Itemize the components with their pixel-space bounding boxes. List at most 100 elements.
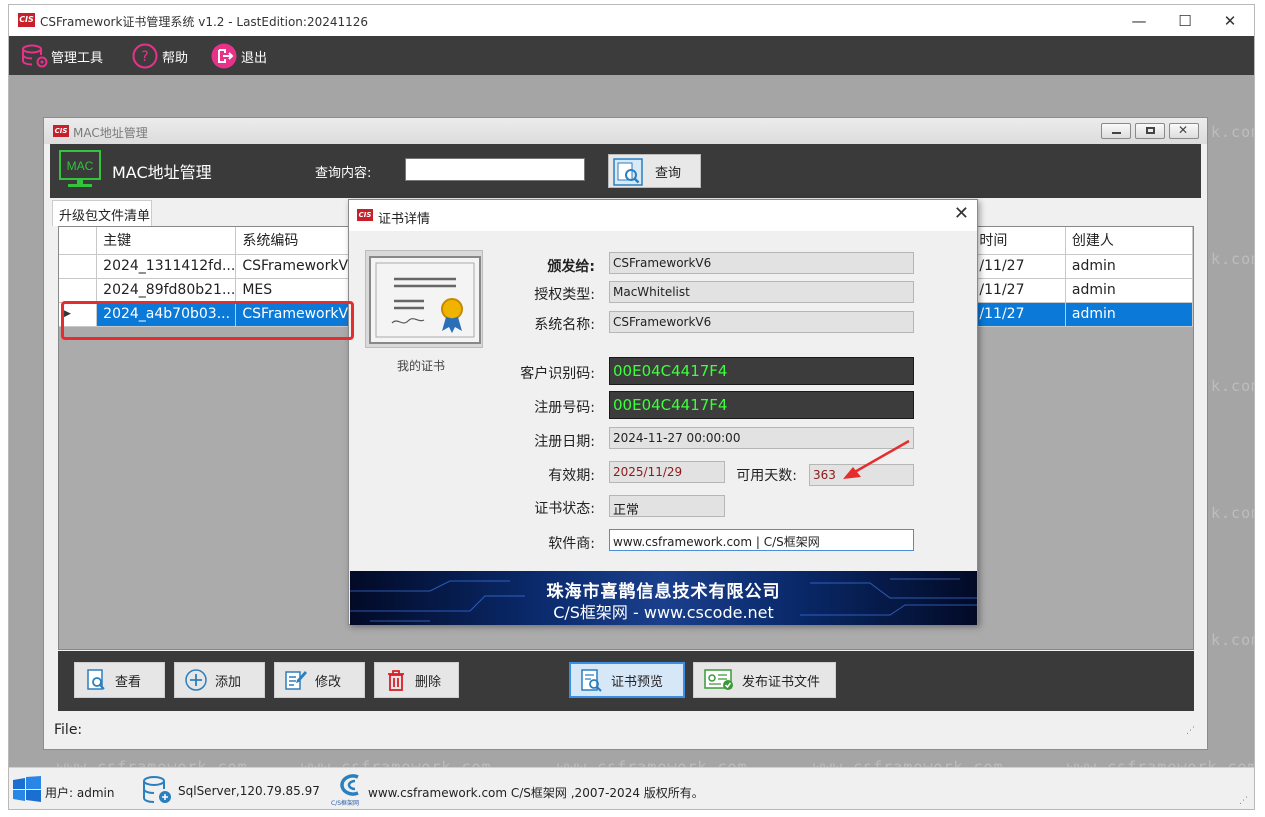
- publish-certificate-button[interactable]: 发布证书文件: [693, 662, 836, 698]
- certificate-preview-button[interactable]: 证书预览: [569, 662, 685, 698]
- banner-website: C/S框架网 - www.cscode.net: [553, 603, 774, 622]
- column-header-creator[interactable]: 创建人: [1065, 227, 1194, 255]
- cell-code: CSFrameworkV6: [235, 254, 358, 279]
- system-name-field[interactable]: CSFrameworkV6: [609, 311, 914, 333]
- column-header-key[interactable]: 主键: [96, 227, 237, 255]
- vendor-label: 软件商:: [548, 536, 595, 552]
- trash-icon: [385, 669, 407, 691]
- file-label: File:: [54, 722, 83, 738]
- cell-code: MES: [235, 278, 358, 303]
- selected-row-highlight: [61, 301, 354, 340]
- days-left-label: 可用天数:: [736, 468, 797, 484]
- publish-certificate-label: 发布证书文件: [742, 674, 821, 690]
- minimize-button[interactable]: —: [1119, 8, 1159, 34]
- system-name-label: 系统名称:: [534, 317, 595, 333]
- watermark: k.com: [1211, 377, 1254, 395]
- tools-menu-label: 管理工具: [51, 50, 104, 66]
- column-header-time[interactable]: 时间: [972, 227, 1066, 255]
- registration-number-label: 注册号码:: [534, 400, 595, 416]
- license-type-label: 授权类型:: [534, 287, 595, 303]
- add-label: 添加: [215, 674, 242, 690]
- certificate-preview-label: 证书预览: [611, 674, 664, 690]
- mdi-window-title: MAC地址管理: [73, 126, 148, 140]
- resize-grip-icon[interactable]: ⋰: [1186, 726, 1195, 736]
- database-status: SqlServer,120.79.85.97: [178, 784, 320, 798]
- client-id-field[interactable]: 00E04C4417F4: [609, 357, 914, 385]
- cell-creator: admin: [1065, 278, 1194, 303]
- delete-button[interactable]: 删除: [374, 662, 459, 698]
- vendor-field[interactable]: www.csframework.com | C/S框架网: [609, 529, 914, 551]
- view-label: 查看: [115, 674, 142, 690]
- certificate-status-label: 证书状态:: [534, 501, 595, 517]
- row-header-cell[interactable]: [59, 278, 98, 303]
- cell-time: /11/27: [972, 278, 1066, 303]
- certificate-status-field[interactable]: 正常: [609, 495, 725, 517]
- add-button[interactable]: 添加: [174, 662, 265, 698]
- dialog-close-button[interactable]: ✕: [954, 203, 969, 224]
- app-logo-icon: CIS: [357, 209, 373, 221]
- mdi-title-bar: CIS MAC地址管理 ✕: [44, 118, 1207, 144]
- windows-user-icon: [11, 776, 43, 806]
- copyright-status: www.csframework.com C/S框架网 ,2007-2024 版权…: [368, 786, 704, 800]
- tools-menu-button[interactable]: 管理工具: [21, 43, 103, 69]
- svg-text:MAC: MAC: [67, 159, 94, 173]
- search-document-icon: [613, 158, 643, 190]
- watermark: k.com: [1211, 250, 1254, 268]
- mdi-minimize-button[interactable]: [1101, 123, 1131, 139]
- client-id-label: 客户识别码:: [520, 366, 595, 382]
- query-button-label: 查询: [655, 165, 682, 181]
- file-status-bar: File: ⋰: [50, 718, 1201, 744]
- app-logo-icon: CIS: [53, 125, 69, 137]
- registration-number-field[interactable]: 00E04C4417F4: [609, 391, 914, 419]
- mac-monitor-icon: MAC: [59, 150, 101, 188]
- query-button[interactable]: 查询: [608, 154, 701, 188]
- mdi-close-button[interactable]: ✕: [1169, 123, 1199, 139]
- tab-upgrade-files[interactable]: 升级包文件清单: [52, 200, 152, 226]
- watermark: www.csframework.com: [1067, 758, 1254, 767]
- mdi-restore-button[interactable]: [1135, 123, 1165, 139]
- expiry-label: 有效期:: [548, 468, 595, 484]
- publish-certificate-icon: [704, 669, 734, 691]
- certificate-details-dialog: CIS 证书详情 ✕ 我的证书 颁发给: CSFrameworkV6 授权类型:…: [348, 199, 978, 625]
- watermark: www.csframework.com: [57, 758, 248, 767]
- edit-button[interactable]: 修改: [274, 662, 365, 698]
- cell-key: 2024_1311412fd...: [96, 254, 237, 279]
- cell-time: /11/27: [972, 302, 1066, 327]
- add-circle-icon: [185, 669, 207, 691]
- edit-label: 修改: [315, 674, 342, 690]
- row-header-cell: [59, 227, 98, 255]
- row-header-cell[interactable]: [59, 254, 98, 279]
- main-window: CIS CSFramework证书管理系统 v1.2 - LastEdition…: [8, 4, 1255, 810]
- exit-icon: [211, 43, 237, 69]
- cell-creator: admin: [1065, 254, 1194, 279]
- cell-creator: admin: [1065, 302, 1194, 327]
- window-title: CSFramework证书管理系统 v1.2 - LastEdition:202…: [40, 15, 369, 29]
- help-icon: ?: [132, 43, 158, 69]
- resize-grip-icon[interactable]: ⋰: [1239, 796, 1248, 806]
- query-label: 查询内容:: [315, 166, 372, 181]
- status-bar: 用户: admin SqlServer,120.79.85.97 C/S框架网 …: [9, 767, 1254, 809]
- database-icon: [142, 776, 174, 810]
- view-document-icon: [85, 669, 107, 691]
- app-logo-icon: CIS: [18, 13, 35, 27]
- watermark: www.csframework.com: [813, 758, 1004, 767]
- main-toolbar: 管理工具 ? 帮助 退出: [9, 36, 1254, 75]
- issued-to-label: 颁发给:: [547, 259, 595, 275]
- cell-time: /11/27: [972, 254, 1066, 279]
- help-button[interactable]: ? 帮助: [132, 43, 188, 69]
- dialog-title: 证书详情: [378, 212, 431, 227]
- close-button[interactable]: ✕: [1210, 8, 1250, 34]
- registration-date-label: 注册日期:: [534, 434, 595, 450]
- query-input[interactable]: [405, 158, 585, 181]
- dialog-title-bar: CIS 证书详情 ✕: [349, 200, 977, 231]
- title-bar: CIS CSFramework证书管理系统 v1.2 - LastEdition…: [9, 5, 1254, 36]
- watermark: www.csframework.com: [557, 758, 748, 767]
- cell-key: 2024_89fd80b21...: [96, 278, 237, 303]
- column-header-code[interactable]: 系统编码: [235, 227, 358, 255]
- view-button[interactable]: 查看: [74, 662, 165, 698]
- issued-to-field[interactable]: CSFrameworkV6: [609, 252, 914, 274]
- maximize-button[interactable]: ☐: [1165, 8, 1205, 34]
- license-type-field[interactable]: MacWhitelist: [609, 281, 914, 303]
- exit-button[interactable]: 退出: [211, 43, 267, 69]
- delete-label: 删除: [415, 674, 442, 690]
